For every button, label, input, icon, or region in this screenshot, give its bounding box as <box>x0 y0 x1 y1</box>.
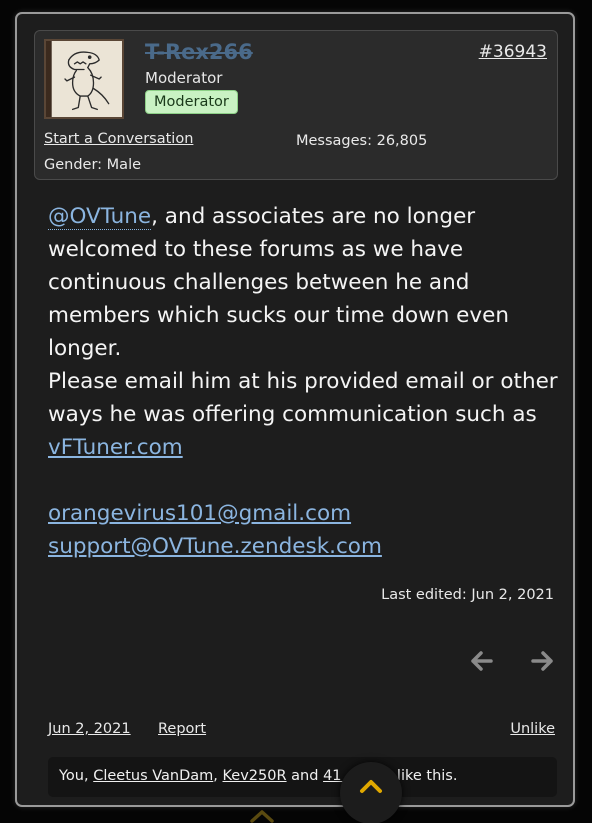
moderator-badge: Moderator <box>145 90 238 114</box>
user-title: Moderator <box>145 69 223 87</box>
chevron-up-icon <box>360 780 382 793</box>
post-navigation <box>469 649 555 679</box>
post-number-link[interactable]: #36943 <box>479 42 547 62</box>
user-mention-link[interactable]: @OVTune <box>48 204 152 230</box>
liker-link-1[interactable]: Cleetus VanDam <box>93 768 213 784</box>
message-body: @OVTune, and associates are no longer we… <box>48 200 558 563</box>
last-edited: Last edited: Jun 2, 2021 <box>381 587 554 603</box>
arrow-right-icon[interactable] <box>531 649 555 679</box>
report-link[interactable]: Report <box>158 721 206 737</box>
likes-comma: , <box>213 768 218 784</box>
email-link-1[interactable]: orangevirus101@gmail.com <box>48 501 351 526</box>
chevron-up-icon-partial[interactable] <box>248 808 276 823</box>
unlike-link[interactable]: Unlike <box>510 721 555 737</box>
liker-link-2[interactable]: Kev250R <box>223 768 287 784</box>
username[interactable]: T-Rex266 <box>145 40 253 64</box>
messages-label: Messages: <box>296 133 372 149</box>
post-date-link[interactable]: Jun 2, 2021 <box>48 721 131 737</box>
user-info-panel: T-Rex266 Moderator Moderator #36943 Star… <box>34 30 558 180</box>
likes-suffix: like this. <box>396 768 458 784</box>
likes-and: and <box>291 768 319 784</box>
email-link-2[interactable]: support@OVTune.zendesk.com <box>48 534 382 559</box>
message-text-2: Please email him at his provided email o… <box>48 369 558 427</box>
vftuner-link[interactable]: vFTuner.com <box>48 435 183 460</box>
messages-count: Messages: 26,805 <box>296 133 427 149</box>
trex-avatar-drawing <box>46 41 122 117</box>
start-conversation-link[interactable]: Start a Conversation <box>44 131 193 147</box>
likes-summary: You, Cleetus VanDam, Kev250R and 41 othe… <box>48 757 557 797</box>
gender-info: Gender: Male <box>44 157 142 173</box>
messages-value: 26,805 <box>376 133 428 149</box>
avatar[interactable] <box>44 39 124 119</box>
arrow-left-icon[interactable] <box>469 649 493 679</box>
likes-you: You, <box>59 768 89 784</box>
forum-post: T-Rex266 Moderator Moderator #36943 Star… <box>15 12 575 807</box>
scroll-to-top-button[interactable] <box>340 762 402 823</box>
